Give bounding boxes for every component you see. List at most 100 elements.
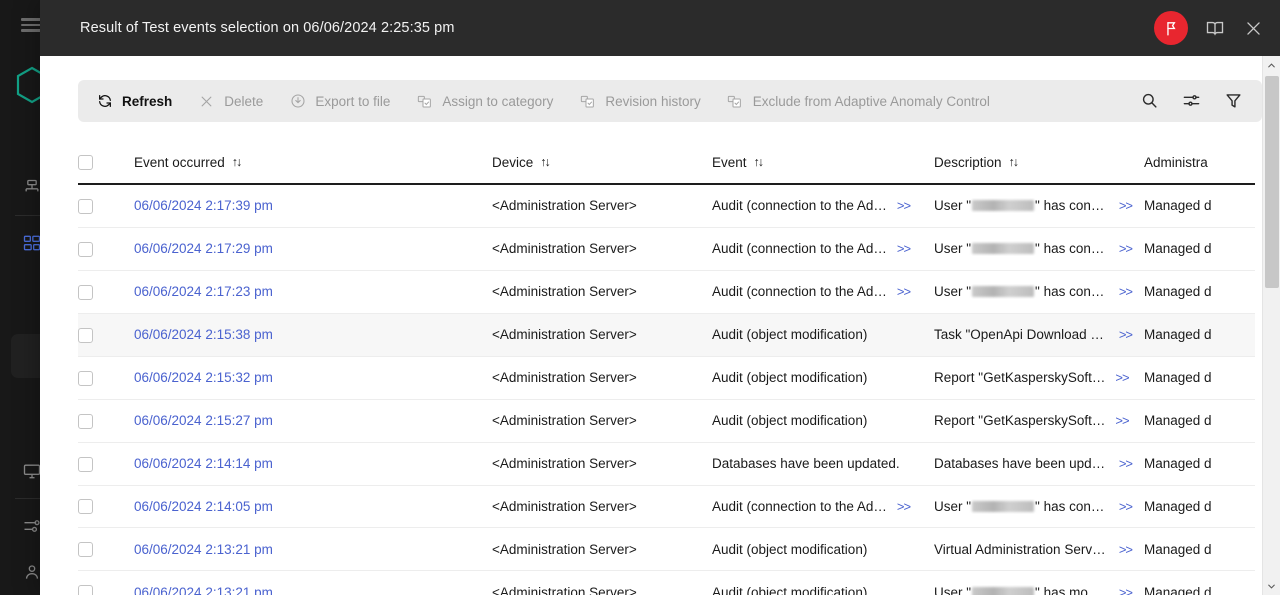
column-label-event-occurred: Event occurred xyxy=(134,155,225,170)
event-occurred-link[interactable]: 06/06/2024 2:13:21 pm xyxy=(134,585,273,595)
redacted-username xyxy=(972,587,1034,595)
refresh-button[interactable]: Refresh xyxy=(96,93,185,110)
row-checkbox[interactable] xyxy=(78,457,93,472)
events-table: Event occurred↑↓ Device↑↓ Event↑↓ Descri… xyxy=(78,142,1255,595)
description-prefix: User " xyxy=(934,585,971,595)
event-text: Audit (object modification) xyxy=(712,542,867,557)
row-checkbox[interactable] xyxy=(78,542,93,557)
column-label-description: Description xyxy=(934,155,1002,170)
description-expand-link[interactable]: >> xyxy=(1119,456,1132,471)
flag-icon[interactable] xyxy=(1154,11,1188,45)
column-header-event-occurred[interactable]: Event occurred↑↓ xyxy=(134,142,492,184)
row-checkbox-cell xyxy=(78,356,134,399)
column-settings-icon[interactable] xyxy=(1182,91,1202,111)
table-row[interactable]: 06/06/2024 2:17:23 pm<Administration Ser… xyxy=(78,270,1255,313)
event-occurred-link[interactable]: 06/06/2024 2:17:23 pm xyxy=(134,284,273,299)
column-header-administration[interactable]: Administra xyxy=(1144,142,1255,184)
download-circle-icon xyxy=(289,93,306,110)
row-checkbox[interactable] xyxy=(78,242,93,257)
table-row[interactable]: 06/06/2024 2:13:21 pm<Administration Ser… xyxy=(78,571,1255,595)
event-occurred-link[interactable]: 06/06/2024 2:13:21 pm xyxy=(134,542,273,557)
description-expand-link[interactable]: >> xyxy=(1119,198,1132,213)
delete-button[interactable]: Delete xyxy=(198,93,276,110)
administration-text: Managed d xyxy=(1144,241,1212,256)
book-help-icon[interactable] xyxy=(1204,17,1226,39)
event-expand-link[interactable]: >> xyxy=(897,499,910,514)
row-checkbox[interactable] xyxy=(78,585,93,595)
exclude-icon xyxy=(727,93,744,110)
description-expand-link[interactable]: >> xyxy=(1119,542,1132,557)
row-checkbox[interactable] xyxy=(78,499,93,514)
description-prefix: Task "OpenApi Download U… xyxy=(934,327,1109,342)
row-checkbox[interactable] xyxy=(78,371,93,386)
export-to-file-button[interactable]: Export to file xyxy=(289,93,403,110)
cell-administration: Managed d xyxy=(1144,227,1255,270)
row-checkbox[interactable] xyxy=(78,328,93,343)
description-suffix: " has conn… xyxy=(1035,499,1109,514)
administration-text: Managed d xyxy=(1144,370,1212,385)
row-checkbox-cell xyxy=(78,227,134,270)
scrollbar-thumb[interactable] xyxy=(1265,76,1279,288)
revision-history-button[interactable]: Revision history xyxy=(579,93,713,110)
event-expand-link[interactable]: >> xyxy=(897,284,910,299)
event-occurred-link[interactable]: 06/06/2024 2:15:38 pm xyxy=(134,327,273,342)
cell-device: <Administration Server> xyxy=(492,528,712,571)
event-occurred-link[interactable]: 06/06/2024 2:15:32 pm xyxy=(134,370,273,385)
column-header-description[interactable]: Description↑↓ xyxy=(934,142,1144,184)
event-occurred-link[interactable]: 06/06/2024 2:17:39 pm xyxy=(134,198,273,213)
assign-to-category-button[interactable]: Assign to category xyxy=(416,93,566,110)
vertical-scrollbar[interactable] xyxy=(1262,56,1280,595)
event-occurred-link[interactable]: 06/06/2024 2:14:05 pm xyxy=(134,499,273,514)
table-head: Event occurred↑↓ Device↑↓ Event↑↓ Descri… xyxy=(78,142,1255,184)
description-suffix: " has conn… xyxy=(1035,284,1109,299)
close-icon[interactable] xyxy=(1242,17,1264,39)
row-checkbox-cell xyxy=(78,571,134,595)
cell-description: Report "GetKasperskySoft… >> xyxy=(934,356,1144,399)
cell-event-occurred: 06/06/2024 2:13:21 pm xyxy=(134,528,492,571)
event-occurred-link[interactable]: 06/06/2024 2:17:29 pm xyxy=(134,241,273,256)
description-expand-link[interactable]: >> xyxy=(1119,499,1132,514)
search-icon[interactable] xyxy=(1140,91,1160,111)
table-row[interactable]: 06/06/2024 2:15:27 pm<Administration Ser… xyxy=(78,399,1255,442)
cell-description: User "" has conn…>> xyxy=(934,184,1144,227)
device-text: <Administration Server> xyxy=(492,456,637,471)
table-row[interactable]: 06/06/2024 2:14:14 pm <Administration Ser… xyxy=(78,442,1255,485)
event-occurred-link[interactable]: 06/06/2024 2:14:14 pm xyxy=(134,456,273,471)
event-occurred-link[interactable]: 06/06/2024 2:15:27 pm xyxy=(134,413,273,428)
dialog-title: Result of Test events selection on 06/06… xyxy=(80,20,455,36)
description-expand-link[interactable]: >> xyxy=(1115,370,1128,385)
table-row[interactable]: 06/06/2024 2:15:38 pm<Administration Ser… xyxy=(78,313,1255,356)
row-checkbox[interactable] xyxy=(78,414,93,429)
cell-description: User "" has conn…>> xyxy=(934,270,1144,313)
description-expand-link[interactable]: >> xyxy=(1119,241,1132,256)
event-expand-link[interactable]: >> xyxy=(897,198,910,213)
cell-event-occurred: 06/06/2024 2:14:14 pm xyxy=(134,442,492,485)
scroll-down-arrow[interactable] xyxy=(1263,577,1280,595)
table-row[interactable]: 06/06/2024 2:13:21 pm <Administration Ser… xyxy=(78,528,1255,571)
event-expand-link[interactable]: >> xyxy=(897,241,910,256)
description-expand-link[interactable]: >> xyxy=(1115,413,1128,428)
description-expand-link[interactable]: >> xyxy=(1119,284,1132,299)
table-row[interactable]: 06/06/2024 2:17:39 pm<Administration Ser… xyxy=(78,184,1255,227)
table-row[interactable]: 06/06/2024 2:15:32 pm<Administration Ser… xyxy=(78,356,1255,399)
scroll-up-arrow[interactable] xyxy=(1263,56,1280,74)
exclude-from-aac-button[interactable]: Exclude from Adaptive Anomaly Control xyxy=(727,93,1003,110)
assign-to-category-label: Assign to category xyxy=(442,94,553,109)
cell-event: Audit (object modification) xyxy=(712,356,934,399)
table-row[interactable]: 06/06/2024 2:17:29 pm<Administration Ser… xyxy=(78,227,1255,270)
filter-funnel-icon[interactable] xyxy=(1224,91,1244,111)
table-row[interactable]: 06/06/2024 2:14:05 pm<Administration Ser… xyxy=(78,485,1255,528)
row-checkbox[interactable] xyxy=(78,285,93,300)
description-text: Report "GetKasperskySoft… xyxy=(934,370,1105,385)
row-checkbox[interactable] xyxy=(78,199,93,214)
assign-category-icon xyxy=(416,93,433,110)
cell-description: Databases have been updat…>> xyxy=(934,442,1144,485)
description-expand-link[interactable]: >> xyxy=(1119,585,1132,595)
administration-text: Managed d xyxy=(1144,327,1212,342)
column-header-device[interactable]: Device↑↓ xyxy=(492,142,712,184)
select-all-checkbox[interactable] xyxy=(78,155,93,170)
event-text: Audit (object modification) xyxy=(712,413,867,428)
description-prefix: Report "GetKasperskySoft… xyxy=(934,413,1105,428)
description-expand-link[interactable]: >> xyxy=(1119,327,1132,342)
column-header-event[interactable]: Event↑↓ xyxy=(712,142,934,184)
